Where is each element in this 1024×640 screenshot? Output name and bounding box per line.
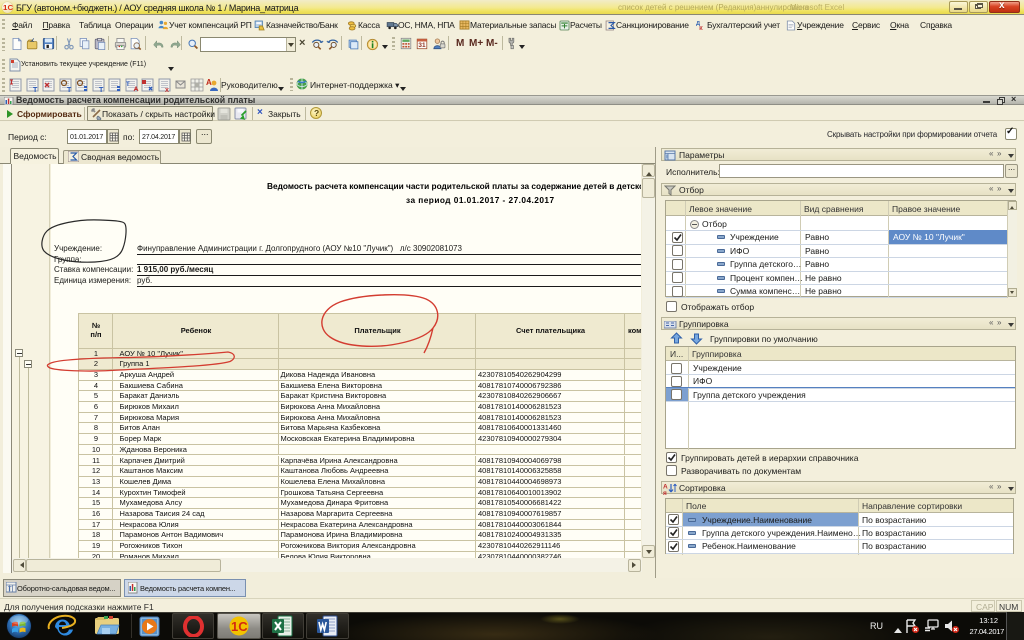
svg-text:х: х — [165, 87, 169, 93]
svg-text:Т: Т — [67, 87, 72, 93]
svg-text:А: А — [206, 78, 212, 87]
svg-text:31: 31 — [418, 42, 426, 49]
svg-text:Т: Т — [126, 82, 130, 88]
svg-text:Т: Т — [33, 87, 38, 93]
svg-text:1С: 1С — [231, 619, 248, 634]
svg-text:Т: Т — [8, 587, 12, 593]
svg-text:Т: Т — [99, 87, 104, 93]
svg-text:К: К — [699, 26, 703, 31]
svg-text:я: я — [663, 490, 667, 495]
